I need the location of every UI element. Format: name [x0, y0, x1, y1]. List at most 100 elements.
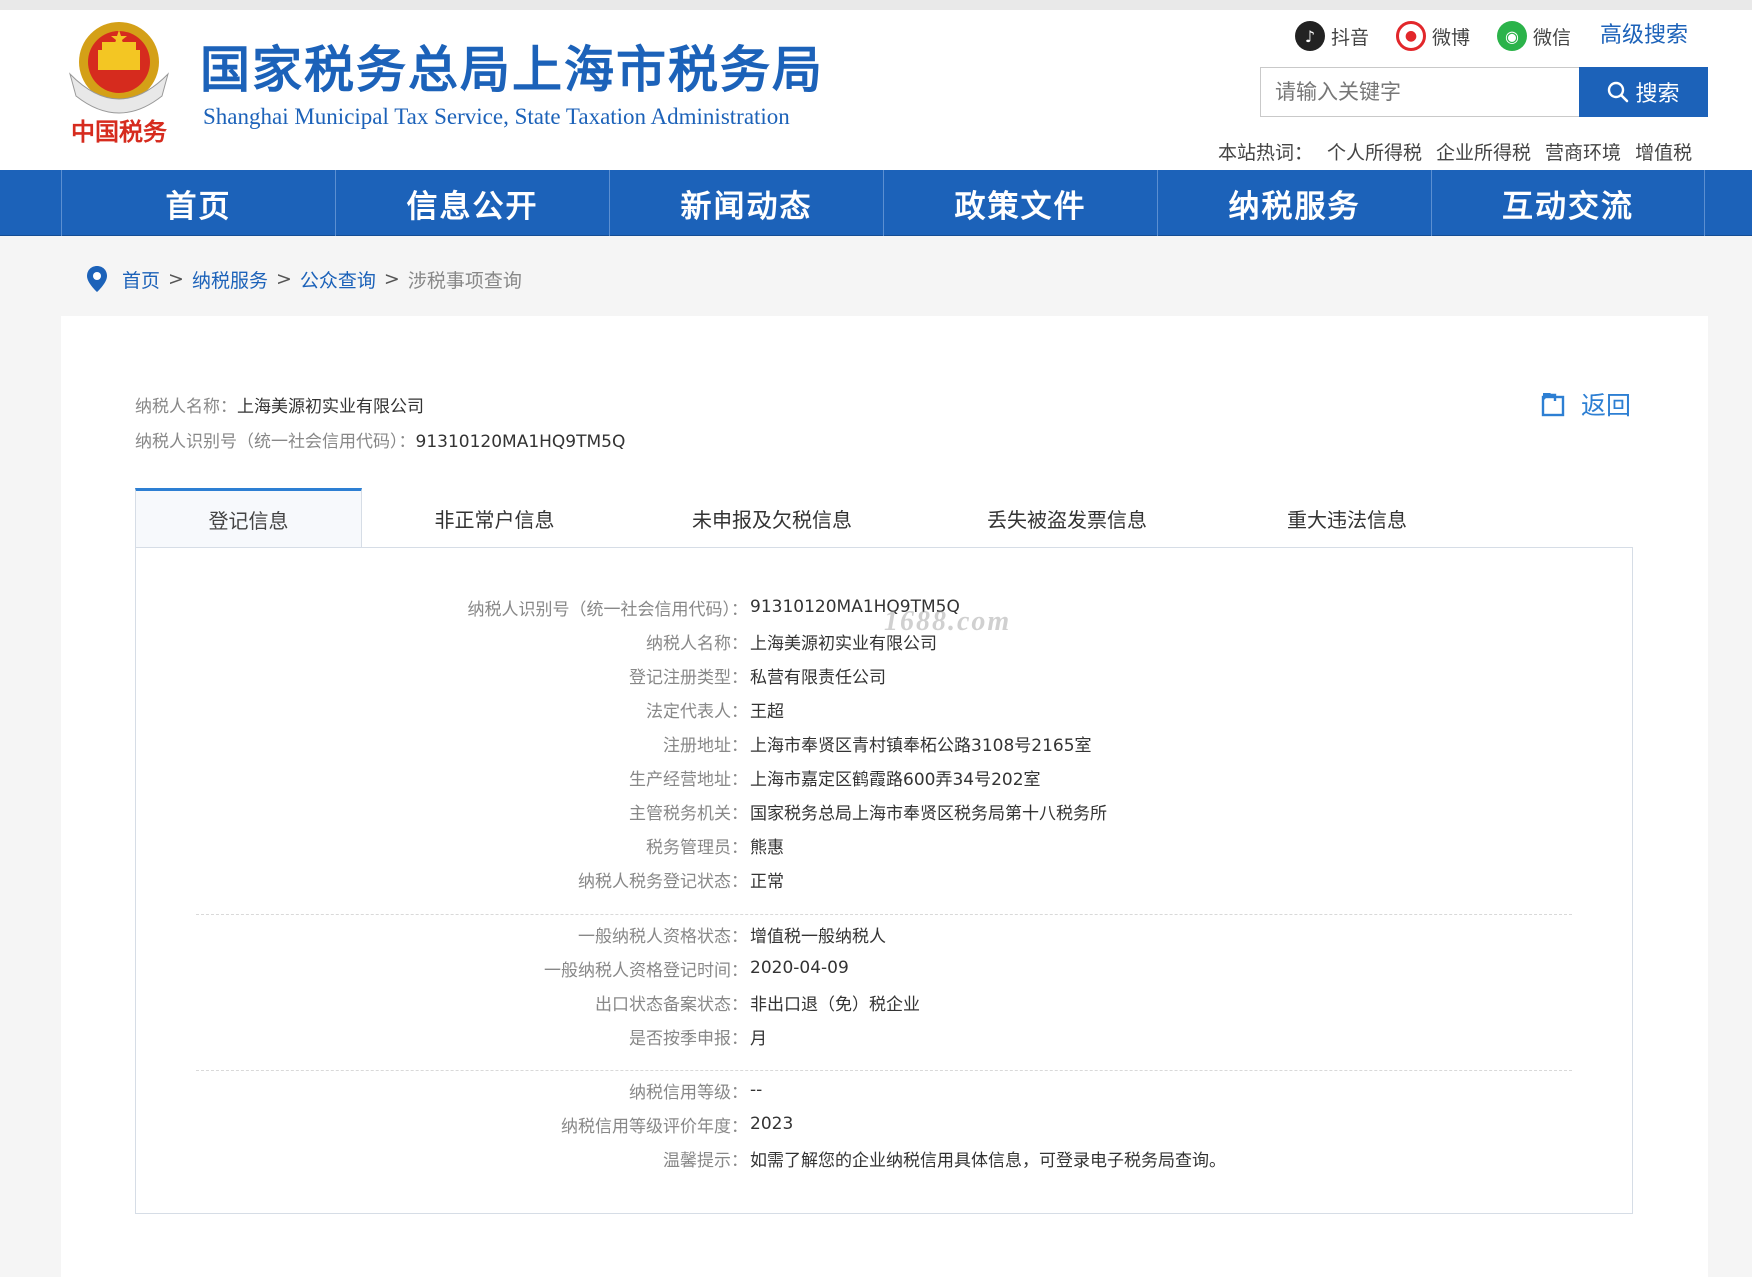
detail-value: 月 [750, 1028, 767, 1049]
detail-value: 私营有限责任公司 [750, 667, 886, 688]
breadcrumb-public-query[interactable]: 公众查询 [300, 266, 376, 293]
main-nav: 首页 信息公开 新闻动态 政策文件 纳税服务 互动交流 [0, 170, 1752, 236]
breadcrumb-separator: > [275, 268, 292, 290]
site-title: 国家税务总局上海市税务局 [200, 41, 824, 99]
detail-row: 出口状态备案状态： 非出口退（免）税企业 [136, 987, 1632, 1017]
detail-label: 是否按季申报： [629, 1028, 748, 1049]
advanced-search-link[interactable]: 高级搜索 [1600, 20, 1688, 52]
search-button[interactable]: 搜索 [1579, 67, 1708, 117]
detail-row: 登记注册类型： 私营有限责任公司 [136, 660, 1632, 690]
taxpayer-id-label: 纳税人识别号（统一社会信用代码）： [135, 432, 416, 452]
tab-undeclared-arrears[interactable]: 未申报及欠税信息 [627, 488, 917, 548]
detail-value: 非出口退（免）税企业 [750, 994, 920, 1015]
wechat-link[interactable]: ◉ 微信 [1497, 20, 1571, 52]
detail-label: 纳税人税务登记状态： [578, 871, 748, 892]
detail-value: 增值税一般纳税人 [750, 926, 886, 947]
detail-value: 正常 [750, 871, 784, 892]
detail-row: 法定代表人： 王超 [136, 694, 1632, 724]
detail-row: 税务管理员： 熊惠 [136, 830, 1632, 860]
detail-label: 税务管理员： [646, 837, 748, 858]
detail-label: 注册地址： [663, 735, 748, 756]
search-icon [1608, 81, 1629, 103]
taxpayer-name-value: 上海美源初实业有限公司 [237, 397, 424, 417]
detail-row: 一般纳税人资格状态： 增值税一般纳税人 [136, 919, 1632, 949]
detail-row: 温馨提示： 如需了解您的企业纳税信用具体信息，可登录电子税务局查询。 [136, 1143, 1632, 1173]
hot-word-link[interactable]: 营商环境 [1545, 138, 1621, 165]
detail-value: 2020-04-09 [750, 958, 849, 978]
weibo-link[interactable]: ● 微博 [1396, 20, 1470, 52]
breadcrumb-current: 涉税事项查询 [407, 269, 522, 292]
tab-bar: 登记信息 非正常户信息 未申报及欠税信息 丢失被盗发票信息 重大违法信息 [135, 488, 1633, 548]
site-header: 中国税务 国家税务总局上海市税务局 Shanghai Municipal Tax… [0, 0, 1752, 170]
hot-word-link[interactable]: 企业所得税 [1436, 138, 1531, 165]
detail-row: 纳税信用等级： -- [136, 1075, 1632, 1105]
section-divider [196, 1070, 1572, 1071]
detail-row: 一般纳税人资格登记时间： 2020-04-09 [136, 953, 1632, 983]
hot-words: 本站热词： 个人所得税 企业所得税 营商环境 增值税 [1218, 138, 1692, 165]
detail-label: 纳税信用等级： [629, 1082, 748, 1103]
detail-row: 生产经营地址： 上海市嘉定区鹤霞路600弄34号202室 [136, 762, 1632, 792]
detail-row: 纳税人税务登记状态： 正常 [136, 864, 1632, 894]
detail-label: 纳税信用等级评价年度： [561, 1116, 748, 1137]
detail-label: 主管税务机关： [629, 803, 748, 824]
hot-word-link[interactable]: 个人所得税 [1327, 138, 1422, 165]
site-subtitle: Shanghai Municipal Tax Service, State Ta… [203, 104, 790, 129]
nav-item-home[interactable]: 首页 [61, 170, 335, 236]
national-emblem-logo[interactable]: 中国税务 [62, 12, 177, 157]
nav-item-interaction[interactable]: 互动交流 [1431, 170, 1705, 236]
detail-row: 注册地址： 上海市奉贤区青村镇奉柘公路3108号2165室 [136, 728, 1632, 758]
back-label: 返回 [1581, 391, 1632, 420]
nav-item-policy[interactable]: 政策文件 [883, 170, 1157, 236]
search-button-label: 搜索 [1635, 82, 1680, 107]
detail-label: 登记注册类型： [629, 667, 748, 688]
breadcrumb-home[interactable]: 首页 [122, 266, 160, 293]
weibo-label: 微博 [1432, 26, 1471, 49]
taxpayer-name-row: 纳税人名称：上海美源初实业有限公司 [135, 392, 424, 417]
registration-info-panel: 纳税人识别号（统一社会信用代码）： 91310120MA1HQ9TM5Q 纳税人名… [135, 547, 1633, 1214]
detail-value: -- [750, 1080, 763, 1100]
detail-row: 是否按季申报：月 [136, 1021, 1632, 1051]
breadcrumb-tax-service[interactable]: 纳税服务 [192, 266, 268, 293]
douyin-icon: ♪ [1295, 21, 1325, 51]
hot-word-link[interactable]: 增值税 [1635, 138, 1692, 165]
breadcrumb-separator: > [168, 268, 184, 290]
watermark: 1688.com [884, 606, 1012, 637]
detail-value: 上海市奉贤区青村镇奉柘公路3108号2165室 [750, 735, 1092, 756]
tab-abnormal[interactable]: 非正常户信息 [362, 488, 627, 548]
detail-value: 2023 [750, 1114, 794, 1134]
weibo-icon: ● [1396, 21, 1426, 51]
detail-value: 熊惠 [750, 837, 784, 858]
location-pin-icon [87, 266, 107, 292]
tab-lost-invoices[interactable]: 丢失被盗发票信息 [917, 488, 1217, 548]
taxpayer-id-row: 纳税人识别号（统一社会信用代码）：91310120MA1HQ9TM5Q [135, 427, 625, 452]
hot-words-label: 本站热词： [1218, 142, 1314, 164]
douyin-link[interactable]: ♪ 抖音 [1295, 20, 1369, 52]
detail-value: 国家税务总局上海市奉贤区税务局第十八税务所 [750, 803, 1107, 824]
detail-value: 上海市嘉定区鹤霞路600弄34号202室 [750, 769, 1041, 790]
detail-label: 生产经营地址： [629, 769, 748, 790]
wechat-icon: ◉ [1497, 21, 1527, 51]
detail-value: 如需了解您的企业纳税信用具体信息，可登录电子税务局查询。 [750, 1150, 1226, 1171]
wechat-label: 微信 [1533, 26, 1572, 49]
detail-label: 纳税人名称： [646, 633, 748, 654]
nav-item-news[interactable]: 新闻动态 [609, 170, 883, 236]
tab-registration[interactable]: 登记信息 [135, 488, 362, 548]
emblem-caption: 中国税务 [71, 117, 168, 146]
nav-item-info-disclosure[interactable]: 信息公开 [335, 170, 609, 236]
detail-label: 出口状态备案状态： [595, 994, 748, 1015]
detail-label: 一般纳税人资格登记时间： [544, 960, 748, 981]
back-icon [1541, 393, 1565, 417]
section-divider [196, 914, 1572, 915]
detail-value: 王超 [750, 701, 784, 722]
detail-label: 一般纳税人资格状态： [578, 926, 748, 947]
breadcrumb: 首页 > 纳税服务 > 公众查询 > 涉税事项查询 [86, 264, 522, 294]
content-panel: 纳税人名称：上海美源初实业有限公司 纳税人识别号（统一社会信用代码）：91310… [61, 316, 1708, 1277]
detail-label: 温馨提示： [663, 1150, 748, 1171]
douyin-label: 抖音 [1331, 26, 1370, 49]
detail-label: 纳税人识别号（统一社会信用代码）： [467, 599, 749, 620]
detail-label: 法定代表人： [646, 701, 748, 722]
back-button[interactable]: 返回 [1541, 386, 1631, 422]
search-input[interactable] [1261, 68, 1579, 116]
nav-item-tax-service[interactable]: 纳税服务 [1157, 170, 1431, 236]
tab-major-violations[interactable]: 重大违法信息 [1217, 488, 1477, 548]
